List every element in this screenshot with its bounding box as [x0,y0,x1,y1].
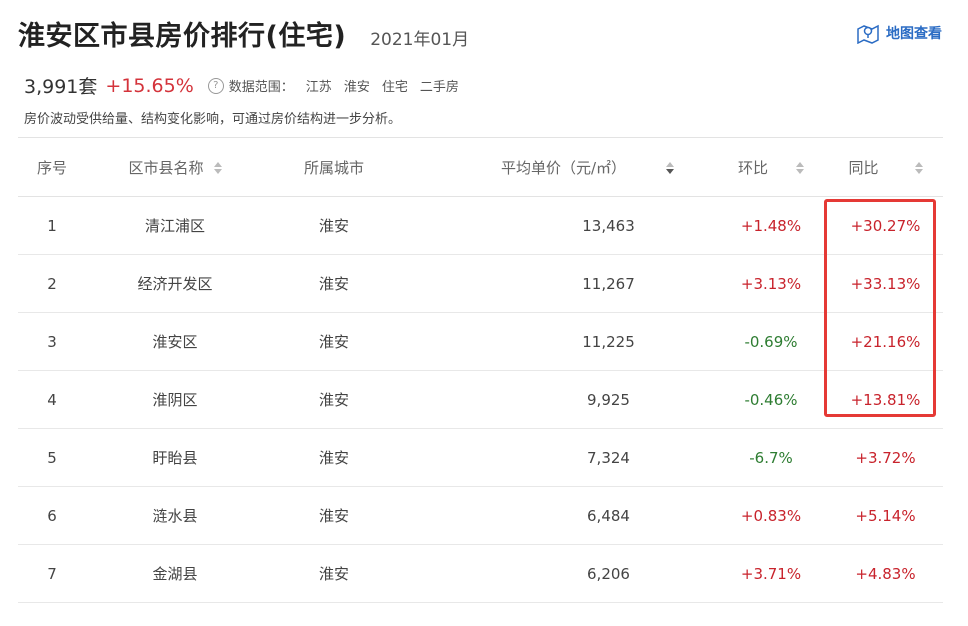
description: 房价波动受供给量、结构变化影响，可通过房价结构进一步分析。 [24,112,402,127]
cell-avg-price: 9,925 [404,370,674,429]
header-city: 所属城市 [264,137,404,197]
page-header: 淮安区市县房价排行(住宅) 2021年01月 [18,14,469,53]
table-header-row: 序号 区市县名称 所属城市 平均单价（元/㎡） 环比 同比 [18,137,943,197]
cell-city: 淮安 [264,312,404,371]
overall-change: +15.65% [105,74,194,97]
listing-count: 3,991套 [24,76,98,98]
cell-avg-price: 13,463 [404,196,674,255]
table-row[interactable]: 2 经济开发区 淮安 11,267 +3.13% +33.13% [18,254,943,313]
cell-yoy: +4.83% [809,544,943,603]
report-date: 2021年01月 [370,30,470,50]
cell-district-name: 涟水县 [86,486,264,545]
scope-city: 淮安 [343,80,370,95]
sort-icon[interactable] [213,162,222,174]
cell-district-name: 盱眙县 [86,428,264,487]
cell-avg-price: 7,324 [404,428,674,487]
cell-yoy: +33.13% [809,254,943,313]
cell-district-name: 淮安区 [86,312,264,371]
scope-market-type: 二手房 [419,80,459,95]
cell-city: 淮安 [264,370,404,429]
cell-mom: -0.46% [674,370,809,429]
sort-icon[interactable] [914,162,923,174]
cell-yoy: +5.14% [809,486,943,545]
cell-avg-price: 6,206 [404,544,674,603]
cell-mom: +3.71% [674,544,809,603]
header-yoy[interactable]: 同比 [809,137,943,197]
page-title: 淮安区市县房价排行(住宅) [18,21,347,52]
cell-mom: +1.48% [674,196,809,255]
map-view-label: 地图查看 [886,26,942,42]
cell-district-name: 金湖县 [86,544,264,603]
cell-rank: 3 [18,312,86,371]
cell-city: 淮安 [264,544,404,603]
cell-district-name: 淮阴区 [86,370,264,429]
table-row[interactable]: 4 淮阴区 淮安 9,925 -0.46% +13.81% [18,370,943,429]
cell-rank: 7 [18,544,86,603]
table-row[interactable]: 3 淮安区 淮安 11,225 -0.69% +21.16% [18,312,943,371]
sort-icon[interactable] [796,162,804,174]
cell-rank: 4 [18,370,86,429]
map-pin-icon [857,24,879,44]
cell-avg-price: 11,267 [404,254,674,313]
table-body: 1 清江浦区 淮安 13,463 +1.48% +30.27% 2 经济开发区 淮安 11,267… [18,196,943,603]
cell-district-name: 清江浦区 [86,196,264,255]
scope-label: 数据范围： [228,80,294,95]
table-row[interactable]: 7 金湖县 淮安 6,206 +3.71% +4.83% [18,544,943,603]
table-row[interactable]: 5 盱眙县 淮安 7,324 -6.7% +3.72% [18,428,943,487]
table-row[interactable]: 1 清江浦区 淮安 13,463 +1.48% +30.27% [18,196,943,255]
cell-avg-price: 11,225 [404,312,674,371]
header-rank: 序号 [18,137,86,197]
cell-city: 淮安 [264,428,404,487]
cell-mom: -6.7% [674,428,809,487]
map-view-link[interactable]: 地图查看 [856,22,942,44]
cell-rank: 2 [18,254,86,313]
cell-yoy: +21.16% [809,312,943,371]
cell-yoy: +3.72% [809,428,943,487]
cell-mom: +0.83% [674,486,809,545]
cell-city: 淮安 [264,486,404,545]
header-avg-price[interactable]: 平均单价（元/㎡） [404,137,674,197]
scope-province: 江苏 [305,80,332,95]
cell-city: 淮安 [264,254,404,313]
cell-avg-price: 6,484 [404,486,674,545]
cell-rank: 5 [18,428,86,487]
cell-city: 淮安 [264,196,404,255]
help-icon[interactable]: ? [207,77,224,94]
cell-mom: +3.13% [674,254,809,313]
scope-property-type: 住宅 [381,80,408,95]
cell-district-name: 经济开发区 [86,254,264,313]
table-row[interactable]: 6 涟水县 淮安 6,484 +0.83% +5.14% [18,486,943,545]
cell-rank: 1 [18,196,86,255]
sort-icon[interactable] [666,162,674,174]
cell-yoy: +13.81% [809,370,943,429]
header-mom[interactable]: 环比 [674,137,809,197]
ranking-table: 序号 区市县名称 所属城市 平均单价（元/㎡） 环比 同比 1 清江浦区 淮安 13,… [18,137,943,603]
cell-mom: -0.69% [674,312,809,371]
summary-stats: 3,991套 +15.65% ? 数据范围： 江苏 淮安 住宅 二手房 [24,72,459,99]
cell-rank: 6 [18,486,86,545]
cell-yoy: +30.27% [809,196,943,255]
header-district-name[interactable]: 区市县名称 [86,137,264,197]
